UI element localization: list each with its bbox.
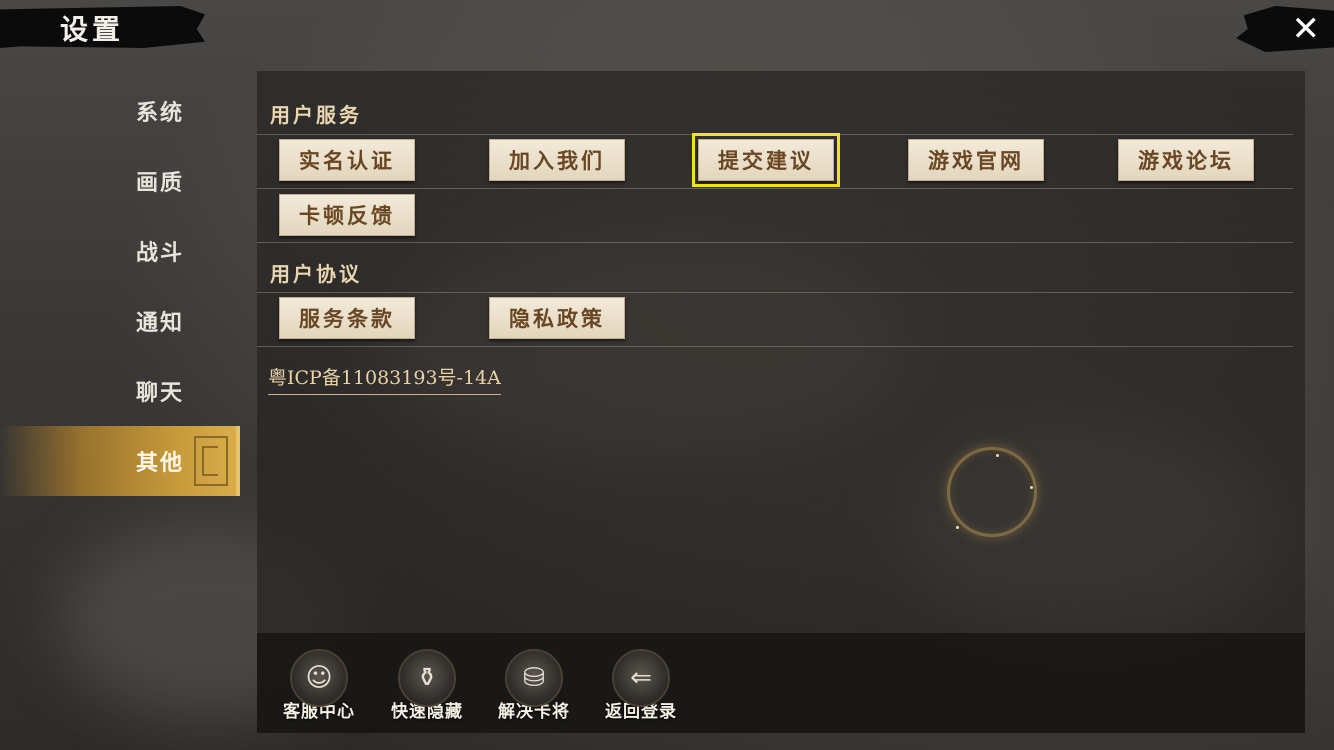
page-title: 设置 [60, 13, 125, 46]
icp-license-link[interactable]: 粤ICP备11083193号-14A [268, 363, 501, 395]
divider [257, 346, 1293, 347]
sidebar-item-label: 通知 [136, 310, 185, 336]
divider [257, 292, 1293, 293]
game-forum-button[interactable]: 游戏论坛 [1118, 139, 1254, 181]
quick-hide-icon: ⚱ [398, 649, 456, 707]
bottom-toolbar: ☺ 客服中心 ⚱ 快速隐藏 ⛁ 解决卡将 ⇐ 返回登录 [257, 633, 1305, 733]
ornament-icon [194, 436, 228, 486]
sidebar-item-other[interactable]: 其他 [0, 426, 240, 496]
submit-suggestion-button[interactable]: 提交建议 [692, 133, 840, 187]
settings-sidebar: 系统 画质 战斗 通知 聊天 其他 [0, 76, 245, 526]
sidebar-item-combat[interactable]: 战斗 [0, 216, 240, 286]
real-name-auth-button[interactable]: 实名认证 [279, 139, 415, 181]
divider [257, 188, 1293, 189]
customer-service-button[interactable]: ☺ 客服中心 [273, 649, 365, 722]
return-login-icon: ⇐ [612, 649, 670, 707]
sidebar-item-label: 画质 [136, 170, 185, 196]
sidebar-item-system[interactable]: 系统 [0, 76, 240, 146]
sidebar-item-graphics[interactable]: 画质 [0, 146, 240, 216]
sidebar-item-label: 战斗 [136, 240, 185, 266]
return-login-button[interactable]: ⇐ 返回登录 [595, 649, 687, 722]
loading-ring-icon [947, 447, 1037, 537]
section-title-user-service: 用户服务 [270, 103, 362, 127]
privacy-policy-button[interactable]: 隐私政策 [489, 297, 625, 339]
settings-title-banner: 设置 [0, 0, 210, 54]
sidebar-item-label: 聊天 [136, 380, 185, 406]
fix-stuck-button[interactable]: ⛁ 解决卡将 [488, 649, 580, 722]
customer-service-icon: ☺ [290, 649, 348, 707]
settings-panel: 用户服务 实名认证 加入我们 提交建议 游戏官网 游戏论坛 卡顿反馈 用户协议 … [257, 71, 1305, 733]
close-button[interactable]: ✕ [1236, 6, 1334, 52]
quick-hide-button[interactable]: ⚱ 快速隐藏 [381, 649, 473, 722]
section-title-user-agreement: 用户协议 [270, 262, 362, 286]
sidebar-item-label: 其他 [136, 450, 185, 476]
lag-feedback-button[interactable]: 卡顿反馈 [279, 194, 415, 236]
divider [257, 134, 1293, 135]
terms-of-service-button[interactable]: 服务条款 [279, 297, 415, 339]
divider [257, 242, 1293, 243]
fix-stuck-icon: ⛁ [505, 649, 563, 707]
official-website-button[interactable]: 游戏官网 [908, 139, 1044, 181]
sidebar-item-label: 系统 [136, 100, 185, 126]
join-us-button[interactable]: 加入我们 [489, 139, 625, 181]
close-icon: ✕ [1291, 9, 1321, 49]
sidebar-item-notification[interactable]: 通知 [0, 286, 240, 356]
sidebar-item-chat[interactable]: 聊天 [0, 356, 240, 426]
